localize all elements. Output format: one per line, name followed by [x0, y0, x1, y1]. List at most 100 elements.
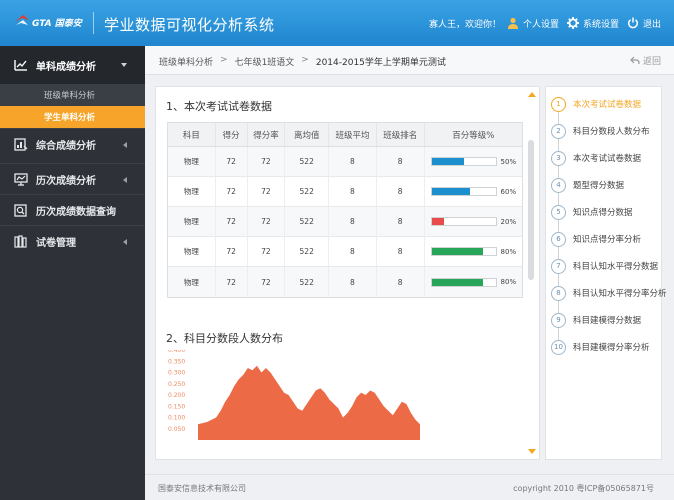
percentile-label: 50% — [500, 157, 517, 166]
y-tick-label: 0.050 — [168, 426, 185, 433]
table-header: 科目 得分 得分率 离均值 班级平均 班级排名 百分等级% — [168, 123, 522, 147]
logo-text: GTA 国泰安 — [32, 19, 82, 29]
table-cell: 72 — [216, 267, 248, 297]
sidebar-item-label: 试卷管理 — [36, 238, 76, 249]
step-item[interactable]: 4 题型得分数据 — [551, 177, 624, 193]
copyright-text: copyright 2010 粤ICP备05065871号 — [513, 484, 654, 493]
percentile-bar — [430, 217, 497, 226]
step-label: 科目认知水平得分数据 — [573, 262, 659, 272]
table-cell: 72 — [248, 147, 286, 176]
y-tick-label: 0.300 — [168, 370, 185, 377]
step-item[interactable]: 1 本次考试试卷数据 — [551, 96, 641, 112]
table-cell: 72 — [216, 237, 248, 266]
back-button[interactable]: 返回 — [630, 54, 661, 67]
column-header: 班级排名 — [377, 123, 425, 146]
section-title-exam-data: 1、本次考试试卷数据 — [166, 100, 272, 113]
percentile-cell: 20% — [425, 207, 522, 236]
welcome-text: 寡人王，欢迎你！ — [429, 20, 502, 30]
line-chart-icon — [14, 60, 27, 71]
y-tick-label: 0.200 — [168, 392, 185, 399]
breadcrumb-separator: > — [220, 55, 228, 65]
table-cell: 8 — [377, 177, 425, 206]
table-cell: 8 — [377, 237, 425, 266]
logo[interactable]: GTA 国泰安 — [14, 14, 88, 32]
scroll-down-arrow-icon[interactable] — [528, 449, 536, 454]
table-cell: 522 — [285, 177, 330, 206]
step-label: 科目认知水平得分率分析 — [573, 289, 667, 299]
table-cell: 8 — [377, 147, 425, 176]
column-header: 得分 — [216, 123, 248, 146]
step-number: 8 — [551, 285, 566, 301]
percentile-bar-fill — [431, 188, 470, 195]
logout-button[interactable]: 退出 — [627, 14, 661, 32]
table-cell: 72 — [248, 207, 286, 236]
step-item[interactable]: 7 科目认知水平得分数据 — [551, 258, 658, 274]
step-item[interactable]: 8 科目认知水平得分率分析 — [551, 285, 667, 301]
personal-settings-button[interactable]: 个人设置 — [507, 14, 559, 32]
header-divider — [93, 12, 94, 34]
step-item[interactable]: 3 本次考试试卷数据 — [551, 150, 641, 166]
scroll-thumb[interactable] — [528, 140, 534, 280]
exam-data-table: 科目 得分 得分率 离均值 班级平均 班级排名 百分等级% 物理 72 72 522 8… — [167, 122, 523, 298]
table-cell: 522 — [285, 237, 330, 266]
back-label: 返回 — [642, 57, 661, 67]
step-item[interactable]: 6 知识点得分率分析 — [551, 231, 641, 247]
column-header: 离均值 — [285, 123, 330, 146]
step-item[interactable]: 9 科目建模得分数据 — [551, 312, 641, 328]
main-panel: 1、本次考试试卷数据 科目 得分 得分率 离均值 班级平均 班级排名 百分等级%… — [155, 86, 540, 460]
percentile-label: 60% — [500, 187, 517, 196]
breadcrumb-item[interactable]: 七年级1班语文 — [235, 55, 295, 68]
percentile-label: 80% — [500, 247, 517, 256]
table-cell: 72 — [248, 237, 286, 266]
step-item[interactable]: 5 知识点得分数据 — [551, 204, 633, 220]
table-cell: 8 — [329, 147, 377, 176]
company-name: 国泰安信息技术有限公司 — [158, 484, 246, 493]
y-tick-label: 0.250 — [168, 381, 185, 388]
table-cell: 8 — [329, 237, 377, 266]
column-header: 班级平均 — [329, 123, 377, 146]
sidebar-item-label: 历次成绩数据查询 — [36, 207, 116, 218]
sidebar-item-comprehensive-analysis[interactable]: 综合成绩分析 — [0, 128, 145, 160]
content-scrollbar[interactable] — [526, 90, 538, 458]
table-row: 物理 72 72 522 8 8 80% — [168, 267, 522, 297]
percentile-cell: 50% — [425, 147, 522, 176]
step-number: 1 — [551, 96, 566, 112]
app-header: GTA 国泰安 学业数据可视化分析系统 寡人王，欢迎你！ 个人设置 系统设置 退… — [0, 0, 674, 46]
step-label: 知识点得分率分析 — [573, 235, 642, 245]
step-label: 知识点得分数据 — [573, 208, 633, 218]
step-label: 科目分数段人数分布 — [573, 127, 650, 137]
table-row: 物理 72 72 522 8 8 80% — [168, 237, 522, 267]
table-cell: 8 — [329, 207, 377, 236]
sidebar-item-label: 历次成绩分析 — [36, 176, 96, 187]
step-item[interactable]: 2 科目分数段人数分布 — [551, 123, 650, 139]
table-cell: 72 — [216, 147, 248, 176]
sidebar-item-history-analysis[interactable]: 历次成绩分析 — [0, 163, 145, 195]
document-chart-icon — [14, 138, 28, 151]
user-icon — [508, 17, 518, 29]
scroll-up-arrow-icon[interactable] — [528, 92, 536, 97]
percentile-label: 20% — [500, 217, 517, 226]
sidebar-item-paper-management[interactable]: 试卷管理 — [0, 225, 145, 257]
step-label: 科目建模得分率分析 — [573, 343, 650, 353]
table-cell: 物理 — [168, 237, 216, 266]
sidebar-item-single-subject-analysis[interactable]: 单科成绩分析 — [0, 46, 145, 84]
step-item[interactable]: 10 科目建模得分率分析 — [551, 339, 650, 355]
y-tick-label: 0.400 — [168, 350, 185, 354]
table-cell: 72 — [248, 177, 286, 206]
column-header: 科目 — [168, 123, 216, 146]
sidebar-subitem-student-single[interactable]: 学生单科分析 — [0, 106, 145, 128]
table-cell: 8 — [329, 267, 377, 297]
step-label: 本次考试试卷数据 — [573, 100, 642, 110]
step-label: 科目建模得分数据 — [573, 316, 642, 326]
step-label: 本次考试试卷数据 — [573, 154, 642, 164]
system-settings-button[interactable]: 系统设置 — [567, 14, 619, 32]
sidebar-subitem-class-single[interactable]: 班级单科分析 — [0, 84, 145, 106]
sidebar-item-history-query[interactable]: 历次成绩数据查询 — [0, 194, 145, 226]
breadcrumb-item[interactable]: 班级单科分析 — [159, 55, 213, 68]
table-cell: 522 — [285, 267, 330, 297]
step-number: 3 — [551, 150, 566, 166]
table-cell: 522 — [285, 147, 330, 176]
y-tick-label: 0.350 — [168, 358, 185, 365]
table-cell: 8 — [377, 267, 425, 297]
percentile-cell: 80% — [425, 237, 522, 266]
